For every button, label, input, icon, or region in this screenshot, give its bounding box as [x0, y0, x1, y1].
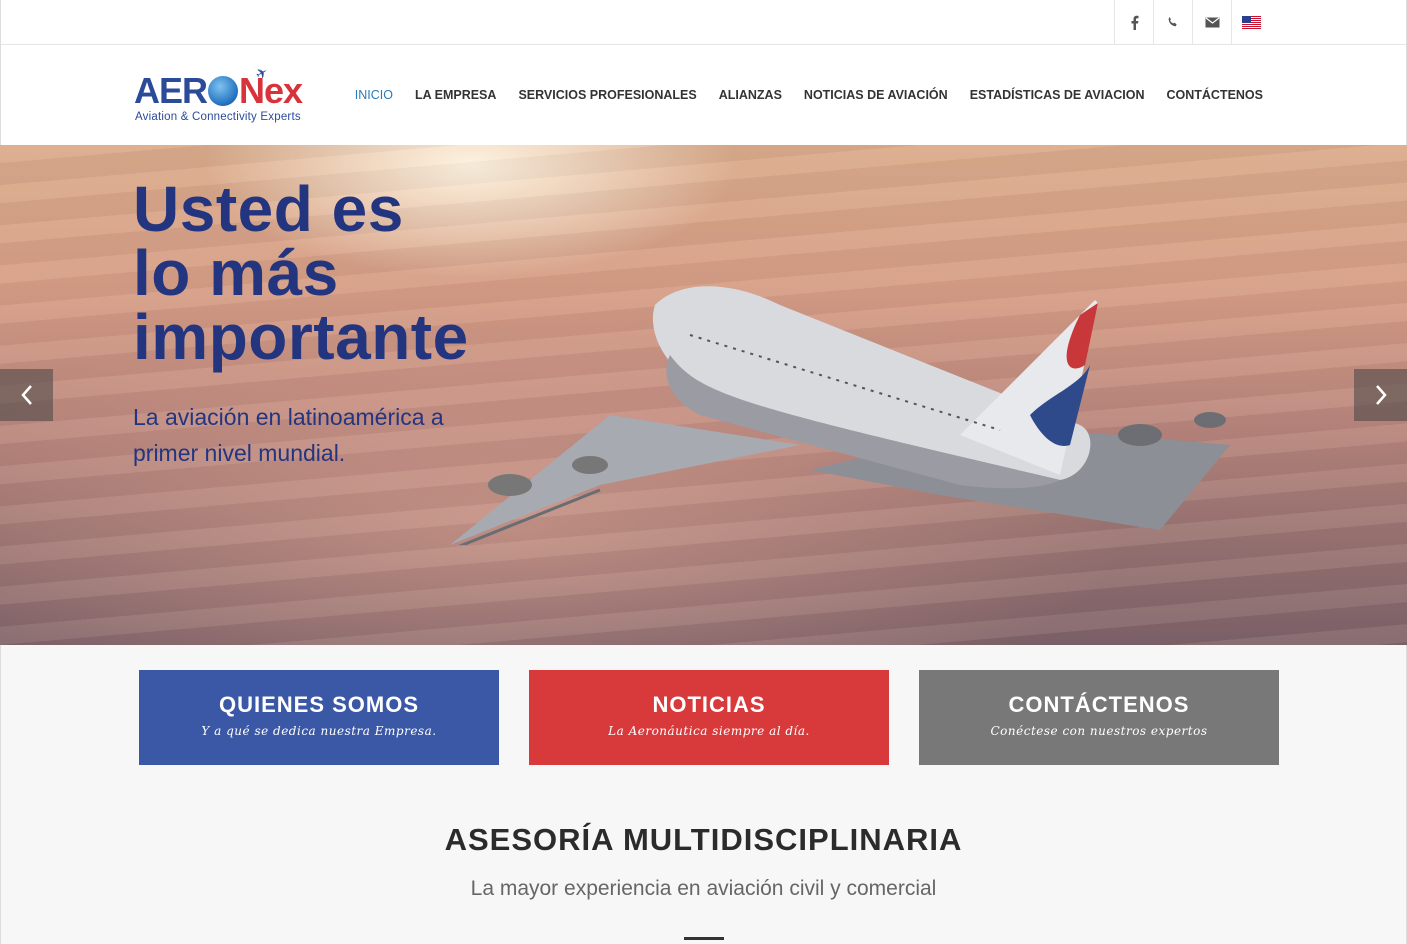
logo-wordmark: AER Nex [134, 70, 303, 111]
hero-title-line: importante [133, 301, 469, 373]
language-link[interactable] [1231, 0, 1270, 44]
mail-link[interactable] [1192, 0, 1231, 44]
logo-aer: AER [134, 70, 208, 111]
box-title: NOTICIAS [652, 692, 766, 717]
hero-slider: Usted es lo más importante La aviación e… [0, 145, 1407, 645]
box-subtitle: La Aeronáutica siempre al día. [608, 724, 810, 738]
hero-subtitle: La aviación en latinoamérica a primer ni… [133, 404, 444, 466]
hero-title-line: Usted es [133, 173, 404, 245]
social-links [1114, 0, 1270, 44]
section-subtitle: La mayor experiencia en aviación civil y… [470, 877, 937, 900]
nav-item-noticias[interactable]: NOTICIAS DE AVIACIÓN [804, 88, 948, 102]
phone-link[interactable] [1153, 0, 1192, 44]
us-flag-icon [1241, 15, 1261, 29]
mail-icon [1205, 17, 1219, 27]
box-subtitle: Conéctese con nuestros expertos [990, 724, 1208, 738]
globe-icon [208, 76, 239, 106]
page-border-left [0, 645, 1, 944]
site-logo[interactable]: AER Nex ✈ Aviation & Connectivity Experts [134, 63, 334, 125]
top-bar [0, 0, 1407, 45]
box-title: QUIENES SOMOS [218, 692, 420, 717]
section-title: ASESORÍA MULTIDISCIPLINARIA [444, 822, 963, 857]
facebook-link[interactable] [1114, 0, 1153, 44]
contactenos-box[interactable]: CONTÁCTENOS Conéctese con nuestros exper… [919, 670, 1279, 765]
slider-prev-button[interactable] [0, 369, 53, 421]
airplane-image [450, 286, 1230, 545]
nav-item-contactenos[interactable]: CONTÁCTENOS [1166, 88, 1263, 102]
chevron-right-icon [1375, 385, 1387, 405]
chevron-left-icon [20, 385, 32, 405]
nav-item-la-empresa[interactable]: LA EMPRESA [415, 88, 497, 102]
nav-item-servicios[interactable]: SERVICIOS PROFESIONALES [518, 88, 696, 102]
nav-item-inicio[interactable]: INICIO [355, 88, 393, 102]
slider-next-button[interactable] [1354, 369, 1407, 421]
section-divider [684, 937, 724, 940]
nav-item-estadisticas[interactable]: ESTADÍSTICAS DE AVIACION [970, 88, 1145, 102]
hero-title-line: lo más [133, 237, 339, 309]
logo-tagline: Aviation & Connectivity Experts [135, 111, 301, 123]
main-nav: INICIO LA EMPRESA SERVICIOS PROFESIONALE… [355, 45, 1263, 145]
box-title: CONTÁCTENOS [1008, 692, 1190, 717]
quienes-somos-box[interactable]: QUIENES SOMOS Y a qué se dedica nuestra … [139, 670, 499, 765]
phone-icon [1168, 17, 1177, 27]
noticias-box[interactable]: NOTICIAS La Aeronáutica siempre al día. [529, 670, 889, 765]
nav-item-alianzas[interactable]: ALIANZAS [719, 88, 782, 102]
box-subtitle: Y a qué se dedica nuestra Empresa. [201, 724, 437, 738]
facebook-icon [1131, 15, 1138, 30]
site-header: AER Nex ✈ Aviation & Connectivity Experts… [0, 45, 1407, 145]
hero-title: Usted es lo más importante [133, 177, 469, 369]
